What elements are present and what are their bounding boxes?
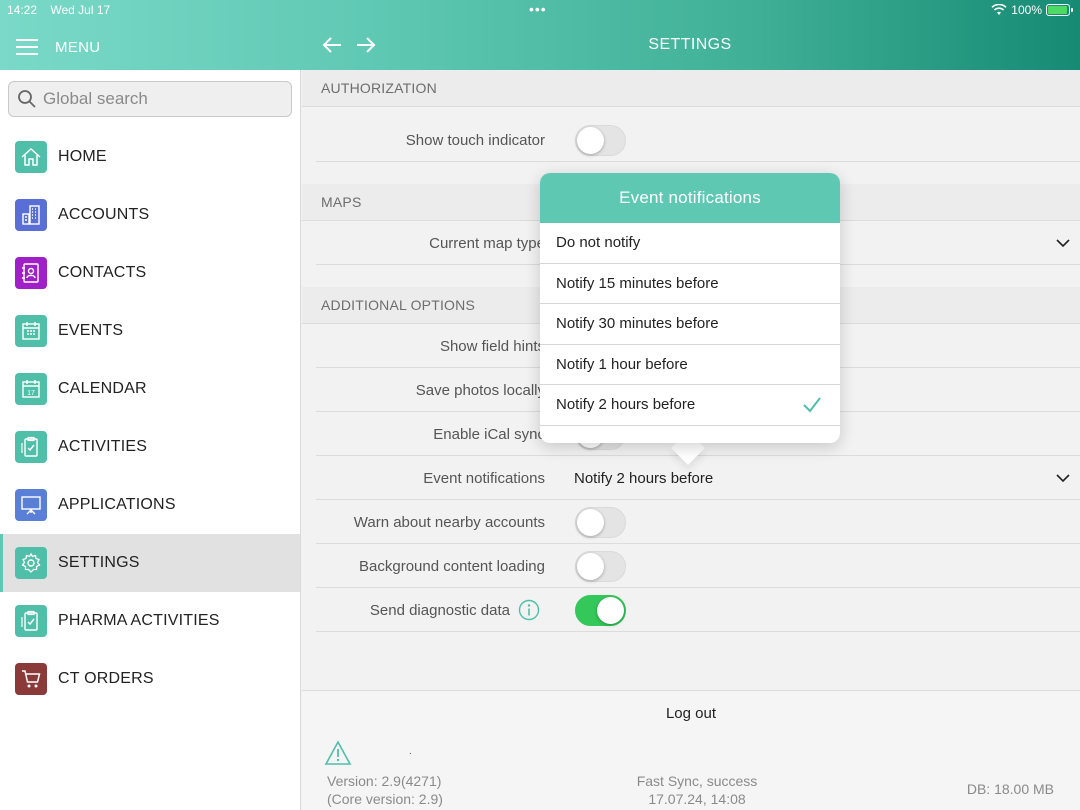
popover-options: Do not notify Notify 15 minutes before N… — [540, 223, 840, 426]
battery-icon — [1046, 4, 1073, 16]
menu-button[interactable]: MENU — [16, 38, 100, 56]
battery-percent: 100% — [1011, 3, 1042, 17]
svg-text:17: 17 — [27, 390, 35, 397]
status-bar-left: 14:22 Wed Jul 17 — [7, 3, 120, 17]
status-bar-right: 100% — [991, 3, 1073, 17]
option-do-not-notify[interactable]: Do not notify — [540, 223, 840, 264]
setting-label: Event notifications — [423, 469, 545, 487]
sidebar-item-label: EVENTS — [58, 322, 124, 339]
sidebar-item-pharma-activities[interactable]: PHARMA ACTIVITIES — [0, 592, 300, 650]
status-date: Wed Jul 17 — [50, 3, 111, 17]
checkmark-icon — [803, 397, 821, 413]
db-size: DB: 18.00 MB — [966, 781, 1054, 797]
popover-title: Event notifications — [540, 173, 840, 223]
warn-nearby-toggle[interactable] — [575, 507, 626, 538]
sidebar-item-label: HOME — [58, 148, 107, 165]
footer: Log out . Version: 2.9(4271) (Core versi… — [302, 690, 1080, 810]
touch-indicator-toggle[interactable] — [575, 125, 626, 156]
sidebar-item-label: CONTACTS — [58, 264, 147, 281]
menu-label: MENU — [55, 38, 101, 56]
cart-icon — [15, 663, 47, 695]
setting-label: Send diagnostic data — [369, 601, 510, 619]
page-title: SETTINGS — [648, 36, 732, 53]
clipboard-check-icon — [15, 605, 47, 637]
setting-row-diagnostic: Send diagnostic data — [316, 588, 1080, 632]
background-loading-toggle[interactable] — [575, 551, 626, 582]
sidebar-item-accounts[interactable]: ACCOUNTS — [0, 186, 300, 244]
option-notify-2-hours[interactable]: Notify 2 hours before — [540, 385, 840, 426]
option-notify-30-min[interactable]: Notify 30 minutes before — [540, 304, 840, 345]
calendar-17-icon: 17 — [15, 373, 47, 405]
logout-button[interactable]: Log out — [302, 705, 1080, 722]
sidebar-item-label: ACCOUNTS — [58, 206, 150, 223]
setting-label: Save photos locally — [415, 381, 545, 399]
sidebar-item-label: ACTIVITIES — [58, 438, 148, 455]
setting-label-with-info: Send diagnostic data — [370, 588, 540, 632]
section-authorization: AUTHORIZATION — [302, 70, 1080, 107]
sidebar: HOME ACCOUNTS CONTACTS EVENTS 17 CALENDA… — [0, 70, 301, 810]
home-icon — [15, 141, 47, 173]
setting-label: Warn about nearby accounts — [353, 513, 545, 531]
sync-info: Fast Sync, success 17.07.24, 14:08 — [592, 772, 802, 808]
chevron-down-icon[interactable] — [1054, 234, 1072, 252]
version-info: Version: 2.9(4271) (Core version: 2.9) — [327, 772, 443, 808]
sidebar-item-home[interactable]: HOME — [0, 128, 300, 186]
option-notify-1-hour[interactable]: Notify 1 hour before — [540, 345, 840, 385]
warning-dot: . — [409, 746, 412, 757]
contact-book-icon — [15, 257, 47, 289]
hamburger-icon — [16, 39, 38, 55]
sync-status: Fast Sync, success — [636, 773, 758, 789]
sidebar-item-label: PHARMA ACTIVITIES — [58, 612, 220, 629]
core-version: (Core version: 2.9) — [327, 791, 443, 807]
app-header: 14:22 Wed Jul 17 ••• 100% MENU SETTINGS — [0, 0, 1080, 70]
setting-label: Show field hints — [439, 337, 545, 355]
sidebar-item-events[interactable]: EVENTS — [0, 302, 300, 360]
sidebar-item-ct-orders[interactable]: CT ORDERS — [0, 650, 300, 708]
calendar-grid-icon — [15, 315, 47, 347]
app-version: Version: 2.9(4271) — [327, 773, 442, 789]
sidebar-item-label: CALENDAR — [58, 380, 147, 397]
setting-label: Current map type — [429, 234, 545, 252]
sidebar-item-calendar[interactable]: 17 CALENDAR — [0, 360, 300, 418]
setting-row-warn-nearby: Warn about nearby accounts — [316, 500, 1080, 544]
sidebar-item-settings[interactable]: SETTINGS — [0, 534, 300, 592]
setting-row-touch-indicator: Show touch indicator — [316, 118, 1080, 162]
clipboard-check-icon — [15, 431, 47, 463]
building-icon — [15, 199, 47, 231]
setting-row-background-loading: Background content loading — [316, 544, 1080, 588]
sidebar-item-activities[interactable]: ACTIVITIES — [0, 418, 300, 476]
setting-label: Show touch indicator — [405, 131, 545, 149]
sidebar-item-label: CT ORDERS — [58, 670, 154, 687]
sidebar-item-label: APPLICATIONS — [58, 496, 176, 513]
wifi-icon — [991, 4, 1007, 15]
event-notifications-popover: Event notifications Do not notify Notify… — [540, 173, 840, 443]
search-icon — [18, 90, 36, 108]
setting-label: Enable iCal sync — [433, 425, 545, 443]
chevron-down-icon[interactable] — [1054, 469, 1072, 487]
sync-time: 17.07.24, 14:08 — [648, 791, 746, 807]
option-label: Notify 2 hours before — [556, 396, 696, 414]
global-search[interactable] — [8, 81, 292, 117]
multitasking-dots-icon[interactable]: ••• — [529, 1, 547, 17]
sidebar-item-applications[interactable]: APPLICATIONS — [0, 476, 300, 534]
sidebar-item-label: SETTINGS — [58, 554, 140, 571]
sidebar-item-contacts[interactable]: CONTACTS — [0, 244, 300, 302]
diagnostic-toggle[interactable] — [575, 595, 626, 626]
setting-label: Background content loading — [359, 557, 545, 575]
search-input[interactable] — [43, 89, 283, 109]
gear-icon — [15, 547, 47, 579]
option-notify-15-min[interactable]: Notify 15 minutes before — [540, 264, 840, 304]
setting-row-event-notifications[interactable]: Event notifications Notify 2 hours befor… — [316, 456, 1080, 500]
info-icon[interactable] — [518, 599, 540, 621]
sidebar-nav: HOME ACCOUNTS CONTACTS EVENTS 17 CALENDA… — [0, 128, 300, 708]
status-time: 14:22 — [7, 3, 38, 17]
event-notifications-value: Notify 2 hours before — [574, 469, 714, 487]
warning-icon[interactable] — [324, 740, 352, 766]
presentation-icon — [15, 489, 47, 521]
